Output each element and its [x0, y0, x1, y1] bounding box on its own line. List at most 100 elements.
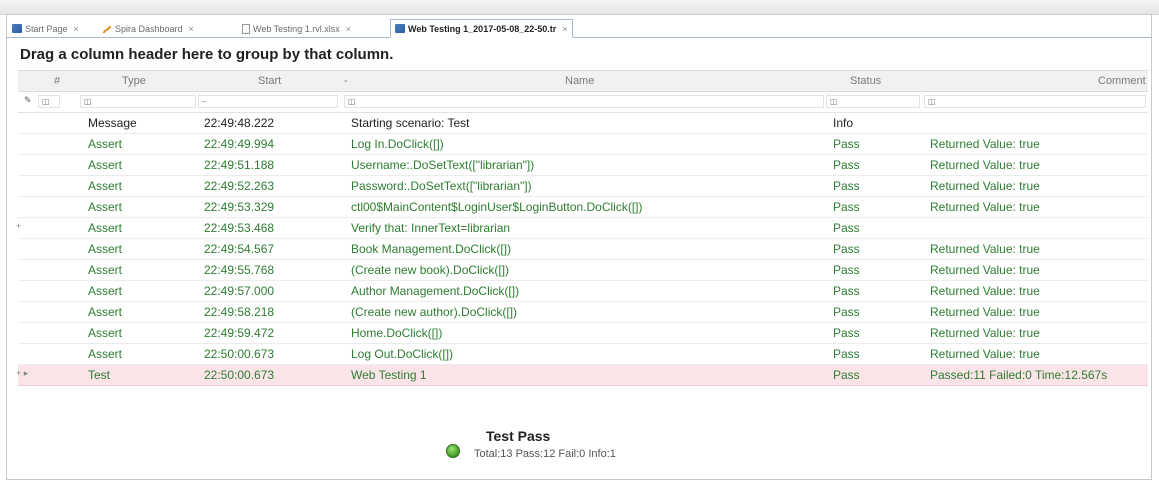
cell-comment: Returned Value: true [930, 200, 1040, 214]
cell-comment: Returned Value: true [930, 305, 1040, 319]
cell-type: Assert [88, 179, 123, 193]
cell-type: Assert [88, 263, 123, 277]
cell-comment: Returned Value: true [930, 347, 1040, 361]
cell-type: Message [88, 116, 137, 130]
cell-start: 22:50:00.673 [204, 347, 275, 361]
expand-icon[interactable]: + [16, 221, 21, 231]
table-row[interactable]: + Assert 22:49:53.468 Verify that: Inner… [16, 218, 1148, 239]
close-icon[interactable]: × [346, 24, 351, 34]
spira-icon [102, 24, 112, 34]
document-icon [242, 23, 250, 34]
table-row[interactable]: Message 22:49:48.222 Starting scenario: … [18, 113, 1148, 134]
cell-name: Verify that: InnerText=librarian [351, 221, 511, 235]
summary-title: Test Pass [486, 428, 551, 444]
table-row[interactable]: Assert 22:49:57.000 Author Management.Do… [18, 281, 1148, 302]
cell-comment: Returned Value: true [930, 326, 1040, 340]
cell-start: 22:49:58.218 [204, 305, 275, 319]
cell-status: Pass [833, 368, 860, 382]
filter-number[interactable]: ◫ [38, 95, 60, 108]
cell-name: Password:.DoSetText(["librarian"]) [351, 179, 532, 193]
cell-type: Assert [88, 137, 123, 151]
sort-indicator: - [344, 75, 348, 87]
results-grid: # Type Start - Name Status Comment ✎ ◫ ◫… [16, 70, 1148, 386]
cell-start: 22:49:53.329 [204, 200, 275, 214]
cell-start: 22:49:51.188 [204, 158, 275, 172]
tab-label: Start Page [25, 23, 68, 34]
tab-web-testing-report[interactable]: Web Testing 1_2017-05-08_22-50.tr × [390, 19, 573, 38]
expand-icon[interactable]: + ▸ [16, 368, 28, 379]
column-header-start[interactable]: Start [258, 75, 281, 87]
filter-status[interactable]: ◫ [826, 95, 920, 108]
filter-start[interactable]: – [198, 95, 338, 108]
cell-name: Home.DoClick([]) [351, 326, 443, 340]
filter-icon: ◫ [42, 97, 50, 106]
cell-type: Assert [88, 347, 123, 361]
cell-type: Assert [88, 242, 123, 256]
filter-type[interactable]: ◫ [80, 95, 196, 108]
cell-type: Assert [88, 221, 123, 235]
filter-name[interactable]: ◫ [344, 95, 824, 108]
filter-icon: ◫ [830, 97, 838, 106]
tab-label: Web Testing 1.rvl.xlsx [253, 23, 340, 34]
filter-icon: ◫ [928, 97, 936, 106]
cell-type: Test [88, 368, 111, 382]
cell-status: Pass [833, 326, 860, 340]
blue-window-icon [12, 24, 22, 33]
cell-comment: Returned Value: true [930, 242, 1040, 256]
table-row[interactable]: Assert 22:49:53.329 ctl00$MainContent$Lo… [18, 197, 1148, 218]
cell-comment: Returned Value: true [930, 179, 1040, 193]
cell-start: 22:49:53.468 [204, 221, 275, 235]
cell-status: Pass [833, 200, 860, 214]
cell-status: Pass [833, 179, 860, 193]
test-summary: Test Pass Total:13 Pass:12 Fail:0 Info:1 [446, 428, 706, 468]
cell-status: Pass [833, 305, 860, 319]
cell-name: Author Management.DoClick([]) [351, 284, 520, 298]
filter-pencil-icon: ✎ [24, 95, 32, 105]
cell-status: Info [833, 116, 854, 130]
cell-comment: Returned Value: true [930, 137, 1040, 151]
cell-start: 22:49:49.994 [204, 137, 275, 151]
cell-status: Pass [833, 284, 860, 298]
table-row[interactable]: Assert 22:49:54.567 Book Management.DoCl… [18, 239, 1148, 260]
cell-name: ctl00$MainContent$LoginUser$LoginButton.… [351, 200, 643, 214]
cell-start: 22:49:52.263 [204, 179, 275, 193]
tab-start-page[interactable]: Start Page × [8, 20, 83, 37]
table-row[interactable]: Assert 22:49:58.218 (Create new author).… [18, 302, 1148, 323]
column-header-number[interactable]: # [54, 75, 60, 87]
cell-status: Pass [833, 263, 860, 277]
column-header-type[interactable]: Type [122, 75, 146, 87]
group-by-hint[interactable]: Drag a column header here to group by th… [20, 46, 393, 63]
cell-start: 22:49:57.000 [204, 284, 275, 298]
cell-status: Pass [833, 137, 860, 151]
cell-start: 22:49:55.768 [204, 263, 275, 277]
cell-status: Pass [833, 221, 860, 235]
status-ok-icon [446, 444, 460, 458]
cell-type: Assert [88, 284, 123, 298]
column-header-name[interactable]: Name [565, 75, 594, 87]
table-row[interactable]: Assert 22:49:59.472 Home.DoClick([]) Pas… [18, 323, 1148, 344]
blue-window-icon [395, 24, 405, 33]
column-header-comment[interactable]: Comment [1098, 75, 1146, 87]
close-icon[interactable]: × [562, 24, 567, 34]
document-tabs: Start Page × Spira Dashboard × Web Testi… [6, 18, 1152, 38]
table-row[interactable]: Assert 22:50:00.673 Log Out.DoClick([]) … [18, 344, 1148, 365]
cell-type: Assert [88, 200, 123, 214]
table-row[interactable]: Assert 22:49:49.994 Log In.DoClick([]) P… [18, 134, 1148, 155]
cell-status: Pass [833, 158, 860, 172]
table-row-test-summary[interactable]: + ▸ Test 22:50:00.673 Web Testing 1 Pass… [16, 365, 1148, 386]
close-icon[interactable]: × [74, 24, 79, 34]
table-row[interactable]: Assert 22:49:51.188 Username:.DoSetText(… [18, 155, 1148, 176]
tab-spira-dashboard[interactable]: Spira Dashboard × [98, 20, 198, 37]
table-row[interactable]: Assert 22:49:55.768 (Create new book).Do… [18, 260, 1148, 281]
table-row[interactable]: Assert 22:49:52.263 Password:.DoSetText(… [18, 176, 1148, 197]
filter-comment[interactable]: ◫ [924, 95, 1146, 108]
tab-label: Spira Dashboard [115, 23, 183, 34]
cell-status: Pass [833, 347, 860, 361]
cell-status: Pass [833, 242, 860, 256]
cell-start: 22:49:54.567 [204, 242, 275, 256]
close-icon[interactable]: × [189, 24, 194, 34]
window-top-strip [0, 0, 1159, 15]
tab-web-testing-xlsx[interactable]: Web Testing 1.rvl.xlsx × [238, 20, 355, 37]
column-header-status[interactable]: Status [850, 75, 881, 87]
cell-comment: Passed:11 Failed:0 Time:12.567s [930, 368, 1108, 382]
